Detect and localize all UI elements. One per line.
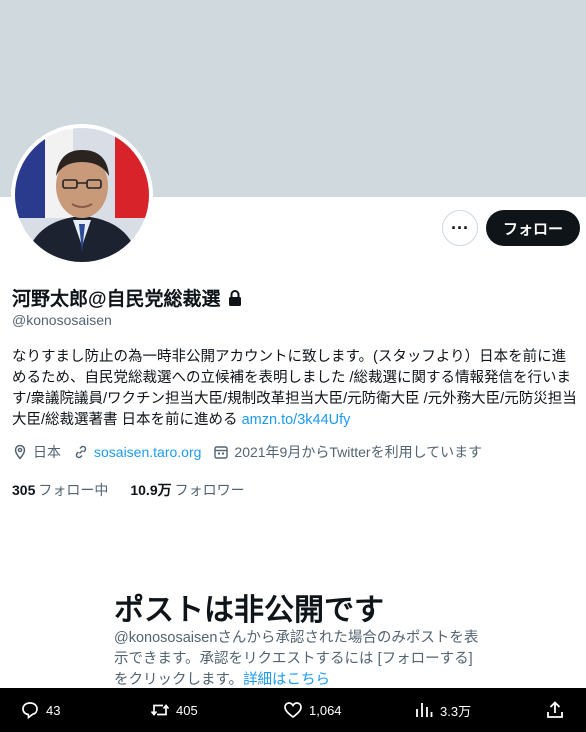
reply-action[interactable]: 43 xyxy=(20,688,60,732)
repost-count: 405 xyxy=(176,702,198,718)
website-item[interactable]: sosaisen.taro.org xyxy=(73,444,201,460)
followers-label: フォロワー xyxy=(174,482,245,498)
bio-link[interactable]: amzn.to/3k44Ufy xyxy=(242,412,351,428)
location-item: 日本 xyxy=(12,442,61,462)
private-notice-title: ポストは非公開です xyxy=(114,594,384,627)
repost-icon xyxy=(150,704,170,716)
user-handle: @konososaisen xyxy=(12,312,112,328)
share-icon xyxy=(547,701,563,718)
joined-text: 2021年9月からTwitterを利用しています xyxy=(234,444,483,460)
follow-button-label: フォロー xyxy=(502,220,563,238)
like-count: 1,064 xyxy=(309,702,342,718)
share-action[interactable] xyxy=(545,688,565,732)
reply-icon xyxy=(22,702,38,720)
following-label: フォロー中 xyxy=(38,482,109,498)
profile-meta: 日本 sosaisen.taro.org 2021年9月からTwitterを利用… xyxy=(12,442,494,462)
name-row: 河野太郎@自民党総裁選 xyxy=(12,284,243,311)
follow-button[interactable]: フォロー xyxy=(486,210,580,246)
followers-count: 10.9万 xyxy=(130,482,172,498)
website-link[interactable]: sosaisen.taro.org xyxy=(94,444,201,460)
like-icon xyxy=(284,702,302,719)
display-name: 河野太郎@自民党総裁選 xyxy=(12,289,221,310)
follow-stats: 305 フォロー中 10.9万 フォロワー xyxy=(12,480,245,500)
reply-count: 43 xyxy=(46,702,61,718)
learn-more-link[interactable]: 詳細はこちら xyxy=(243,672,330,688)
more-icon: ··· xyxy=(451,218,469,238)
more-options-button[interactable]: ··· xyxy=(442,210,478,246)
views-icon xyxy=(416,703,433,717)
location-icon xyxy=(14,444,26,460)
repost-action[interactable]: 405 xyxy=(150,688,198,732)
views-action[interactable]: 3.3万 xyxy=(414,688,471,732)
views-count: 3.3万 xyxy=(440,703,472,719)
private-notice-description: @konososaisenさんから承認された場合のみポストを表示できます。承認を… xyxy=(114,628,484,691)
avatar[interactable] xyxy=(11,124,153,266)
like-action[interactable]: 1,064 xyxy=(283,688,342,732)
profile-bio: なりすまし防止の為一時非公開アカウントに致します。(スタッフより）日本を前に進め… xyxy=(12,347,578,431)
location-text: 日本 xyxy=(33,444,61,460)
following-count: 305 xyxy=(12,482,36,498)
joined-item: 2021年9月からTwitterを利用しています xyxy=(213,442,482,462)
followers-stat[interactable]: 10.9万 フォロワー xyxy=(130,480,244,500)
calendar-icon xyxy=(214,446,229,459)
link-icon xyxy=(75,445,87,459)
following-stat[interactable]: 305 フォロー中 xyxy=(12,480,108,500)
post-action-bar: 43 405 1,064 3.3万 xyxy=(0,688,586,732)
lock-icon xyxy=(228,289,241,306)
avatar-photo xyxy=(15,128,149,262)
